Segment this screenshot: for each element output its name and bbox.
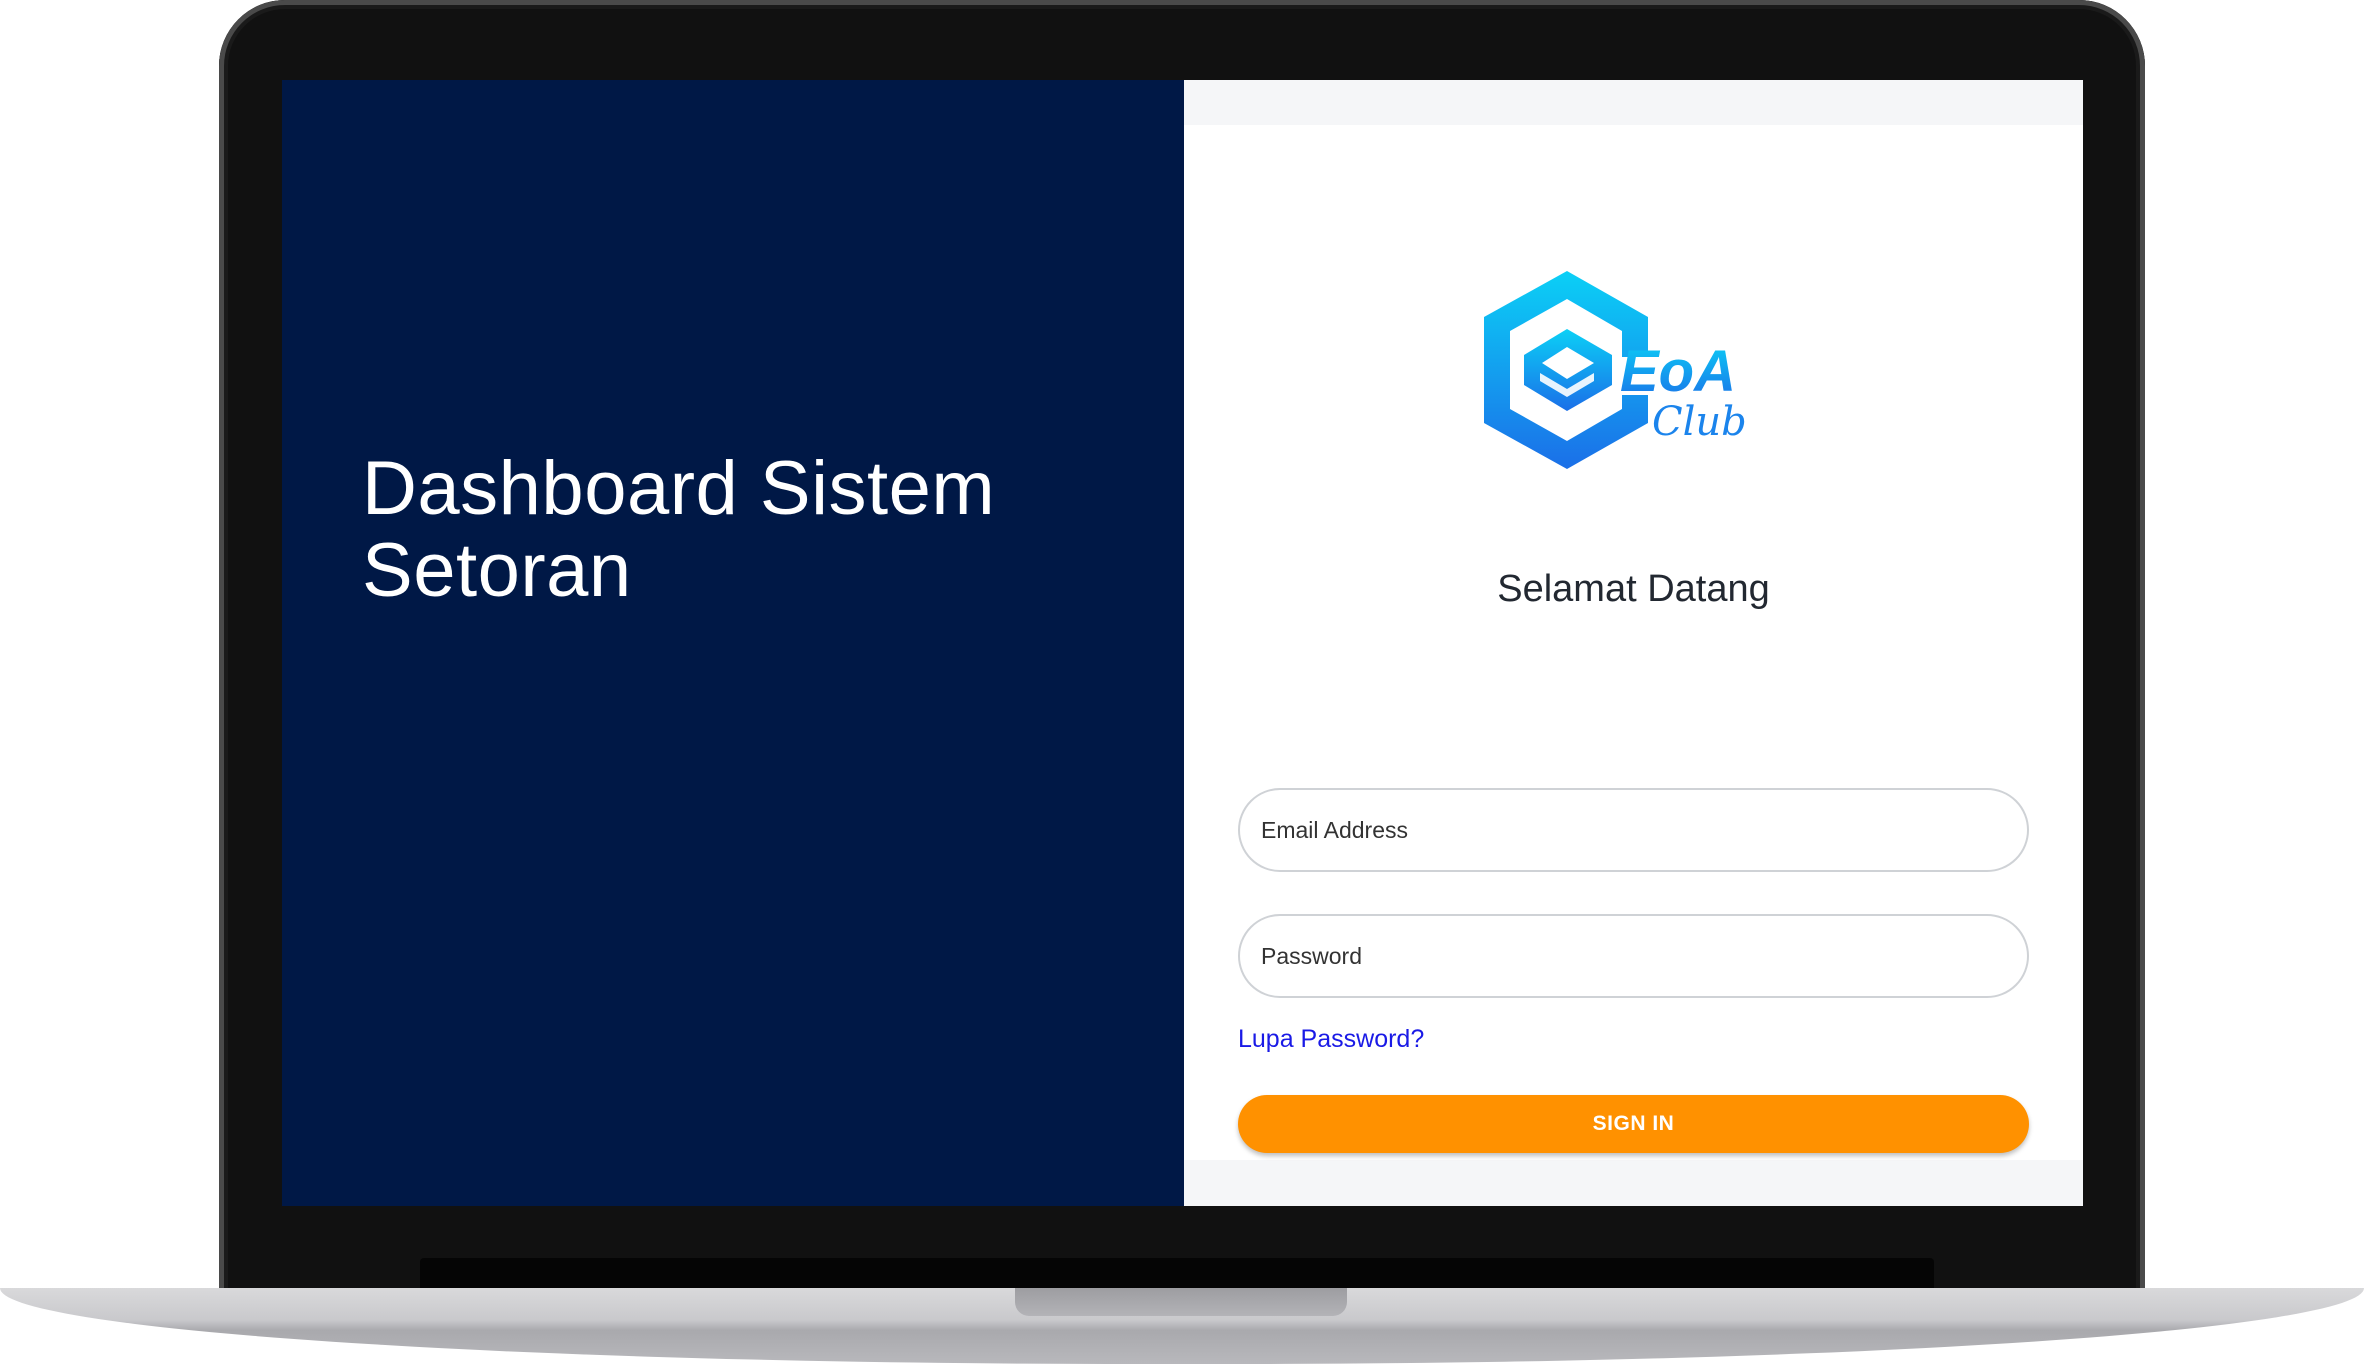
dashboard-title: Dashboard Sistem Setoran — [362, 446, 996, 613]
laptop-base-notch — [1015, 1288, 1347, 1316]
password-field[interactable] — [1238, 914, 2029, 998]
email-field[interactable] — [1238, 788, 2029, 872]
login-card: EoA Club Selamat Datang Lupa Password? S… — [1184, 125, 2083, 1160]
laptop-screen: Dashboard Sistem Setoran EoA Club Selama… — [282, 80, 2083, 1206]
left-panel: Dashboard Sistem Setoran — [282, 80, 1184, 1206]
forgot-password-link[interactable]: Lupa Password? — [1238, 1025, 1424, 1054]
password-input[interactable] — [1240, 942, 2027, 970]
email-input[interactable] — [1240, 816, 2027, 844]
logo-subtext: Club — [1652, 399, 1747, 445]
eoa-club-logo-icon: EoA Club — [1484, 271, 1747, 469]
sign-in-button[interactable]: SIGN IN — [1238, 1095, 2029, 1153]
welcome-heading: Selamat Datang — [1497, 568, 1770, 610]
logo-text: EoA — [1620, 339, 1736, 404]
